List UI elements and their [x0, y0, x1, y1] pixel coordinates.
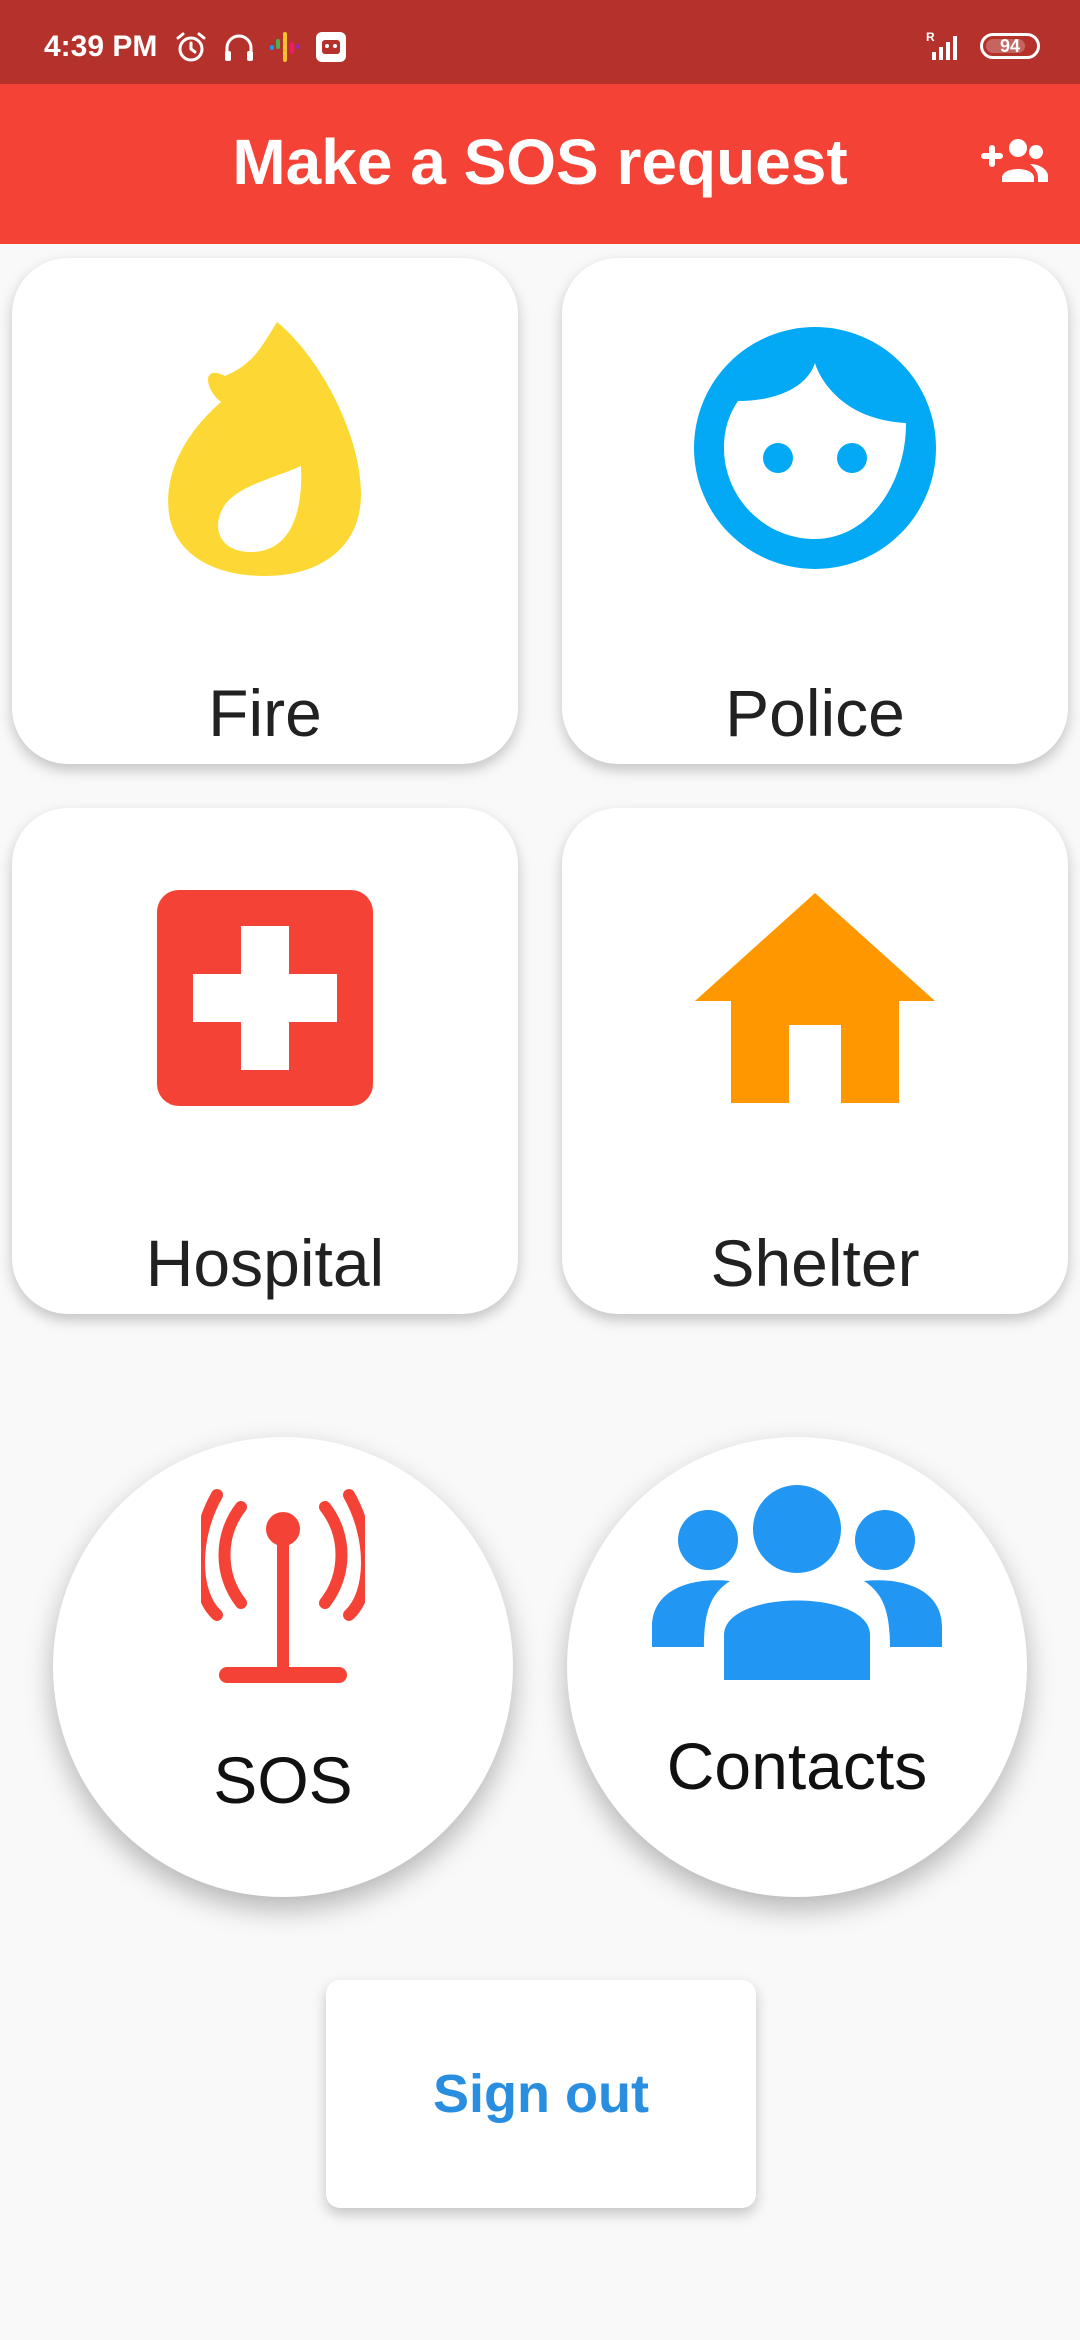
shelter-tile[interactable]: Shelter: [562, 808, 1068, 1314]
hospital-tile[interactable]: Hospital: [12, 808, 518, 1314]
antenna-icon: [201, 1489, 365, 1683]
flame-icon: [168, 322, 361, 576]
battery-indicator: 94: [980, 33, 1040, 59]
tile-label: Shelter: [710, 1226, 920, 1300]
svg-text:R: R: [926, 30, 935, 44]
tile-label: Police: [725, 676, 905, 750]
contacts-label: Contacts: [666, 1729, 928, 1803]
sign-out-button[interactable]: Sign out: [326, 1980, 756, 2208]
alarm-icon: [176, 32, 206, 62]
house-icon: [695, 893, 935, 1103]
page-title: Make a SOS request: [232, 126, 848, 198]
tile-label: Fire: [208, 676, 322, 750]
add-contact-button[interactable]: [980, 134, 1050, 190]
tile-label: Hospital: [145, 1226, 385, 1300]
status-bar: 4:39 PM R 94: [0, 0, 1080, 84]
headphones-icon: [225, 34, 253, 61]
medical-cross-icon: [157, 890, 373, 1106]
group-icon: [652, 1485, 942, 1680]
app-notification-icon: [316, 32, 346, 62]
battery-level: 94: [999, 35, 1021, 56]
podcasts-icon: [270, 32, 300, 62]
app-bar: Make a SOS request: [0, 84, 1080, 244]
status-time: 4:39 PM: [44, 30, 158, 63]
sos-label: SOS: [213, 1743, 353, 1817]
police-tile[interactable]: Police: [562, 258, 1068, 764]
fire-tile[interactable]: Fire: [12, 258, 518, 764]
contacts-button[interactable]: Contacts: [567, 1437, 1027, 1897]
sign-out-label: Sign out: [433, 2064, 649, 2124]
sos-button[interactable]: SOS: [53, 1437, 513, 1897]
signal-icon: R: [926, 30, 957, 60]
face-icon: [694, 327, 936, 569]
add-contact-icon: [981, 139, 1048, 182]
